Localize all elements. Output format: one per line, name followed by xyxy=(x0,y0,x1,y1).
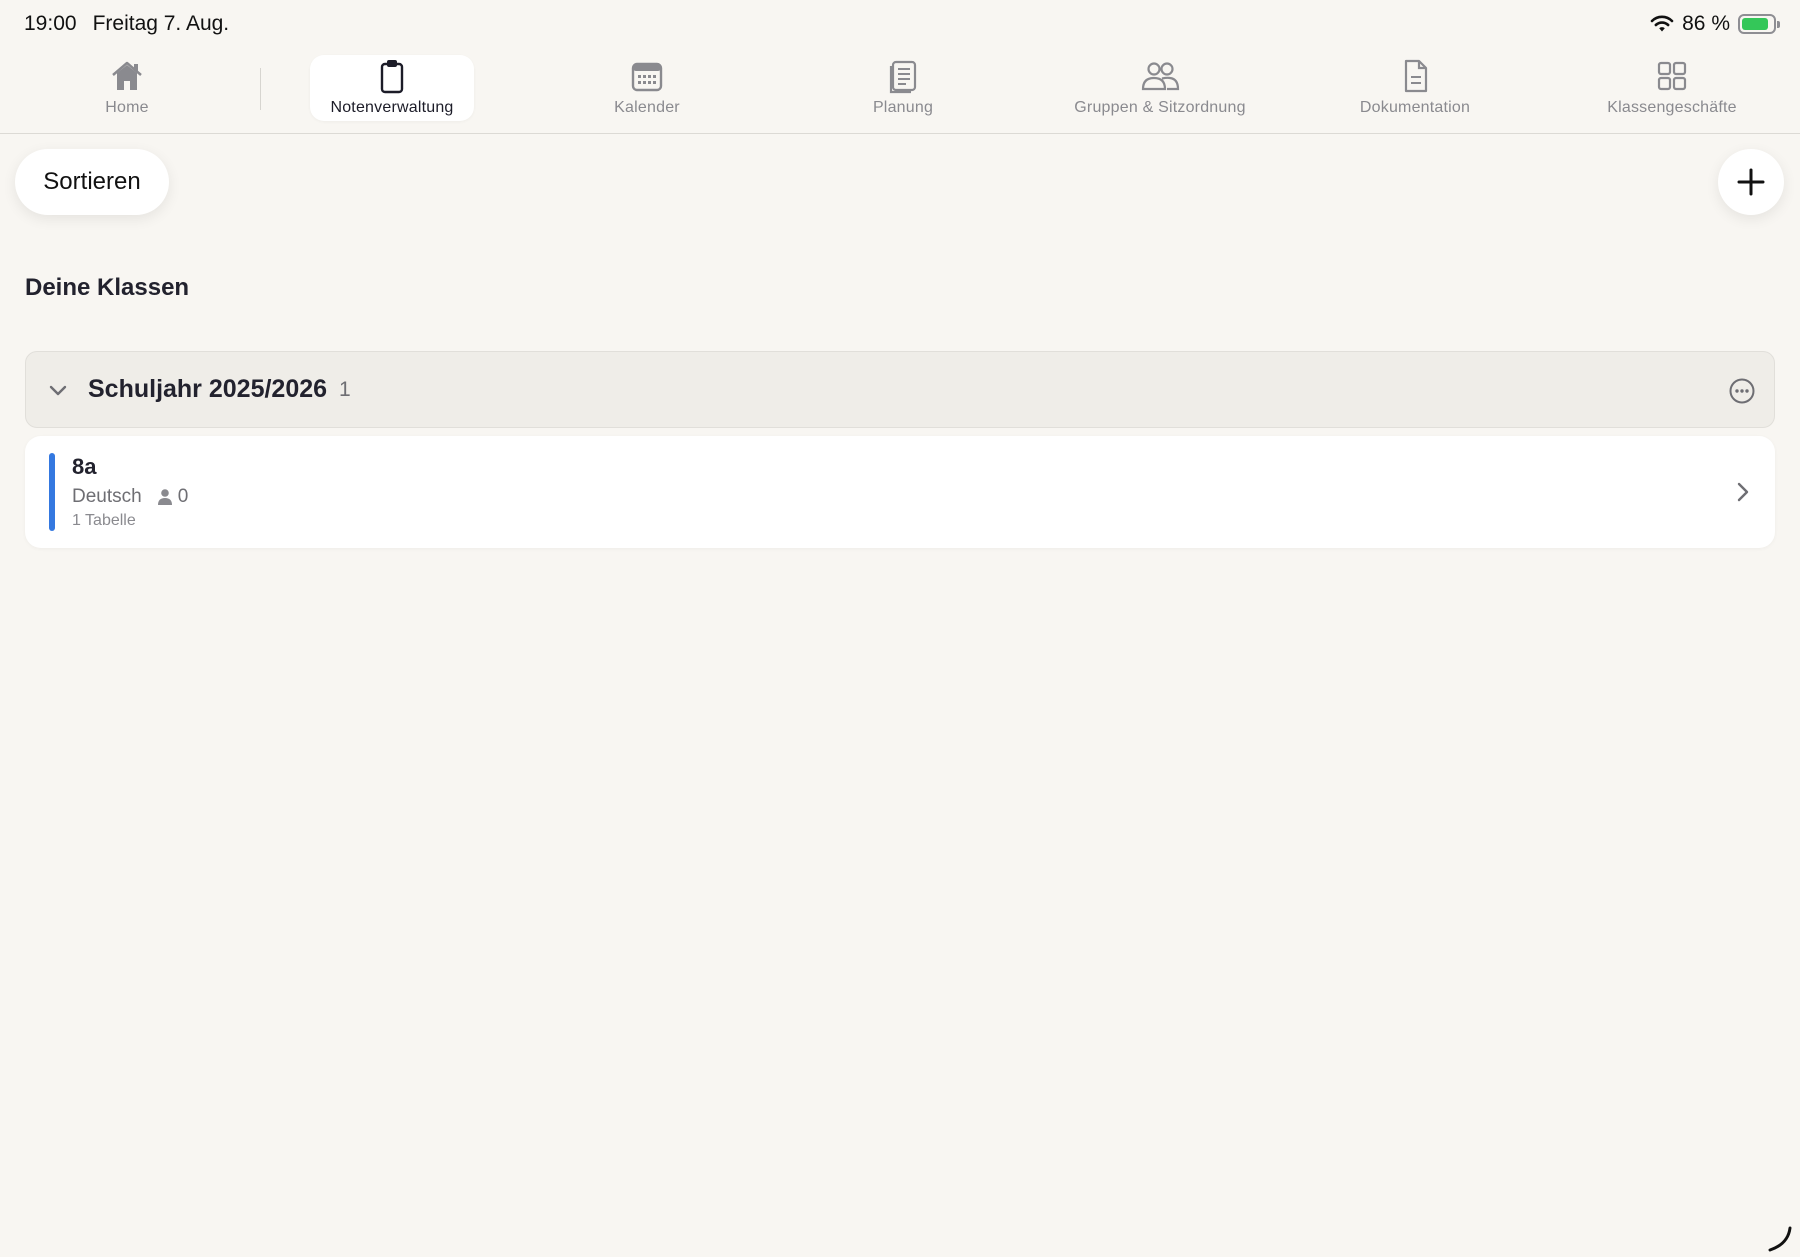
battery-charging-icon xyxy=(1738,14,1780,34)
tab-notenverwaltung[interactable]: Notenverwaltung xyxy=(310,55,474,121)
house-icon xyxy=(112,61,142,90)
chevron-right-icon xyxy=(1737,482,1749,502)
class-table-count: 1 Tabelle xyxy=(72,512,136,529)
people-icon xyxy=(1141,62,1180,91)
tab-home-label: Home xyxy=(105,99,149,116)
grid-icon xyxy=(1657,61,1687,91)
group-title: Schuljahr 2025/2026 xyxy=(88,375,328,403)
wifi-icon xyxy=(1650,15,1674,32)
group-count: 1 xyxy=(339,377,351,401)
section-title: Deine Klassen xyxy=(25,274,190,301)
sort-button[interactable]: Sortieren xyxy=(15,149,169,215)
status-date: Freitag 7. Aug. xyxy=(92,12,230,35)
class-meta: Deutsch 0 xyxy=(72,486,188,508)
chevron-down-icon[interactable] xyxy=(46,378,70,402)
more-options-icon[interactable] xyxy=(1728,377,1756,405)
person-icon xyxy=(157,489,172,505)
status-right: 86 % xyxy=(1650,12,1780,36)
class-subject: Deutsch xyxy=(72,486,142,507)
loading-arc-icon xyxy=(1768,1226,1792,1252)
battery-fill xyxy=(1742,18,1768,30)
tab-notenverwaltung-label: Notenverwaltung xyxy=(330,99,454,116)
tab-klassengeschaefte-label: Klassengeschäfte xyxy=(1607,99,1737,116)
group-header-schuljahr[interactable]: Schuljahr 2025/2026 1 xyxy=(25,351,1775,428)
class-name: 8a xyxy=(72,454,97,479)
tab-gruppen-sitzordnung[interactable]: Gruppen & Sitzordnung xyxy=(1053,55,1267,121)
tab-bar: Home Notenverwaltung Kalender Planung Gr… xyxy=(0,52,1800,134)
tab-dokumentation-label: Dokumentation xyxy=(1359,99,1471,116)
plus-icon xyxy=(1737,168,1765,196)
battery-percent: 86 % xyxy=(1682,12,1730,35)
class-color-bar xyxy=(49,453,55,531)
status-bar: 19:00 Freitag 7. Aug. 86 % xyxy=(0,0,1800,48)
tab-divider xyxy=(260,68,261,110)
status-left: 19:00 Freitag 7. Aug. xyxy=(24,12,229,36)
add-button[interactable] xyxy=(1718,149,1784,215)
status-time: 19:00 xyxy=(24,12,77,35)
tab-kalender[interactable]: Kalender xyxy=(587,55,707,121)
tab-gruppen-label: Gruppen & Sitzordnung xyxy=(1074,99,1246,116)
clipboard-icon xyxy=(380,60,404,94)
document-stack-icon xyxy=(889,60,917,94)
document-icon xyxy=(1404,59,1428,93)
tab-dokumentation[interactable]: Dokumentation xyxy=(1344,55,1486,121)
tab-home[interactable]: Home xyxy=(77,55,177,121)
class-student-count: 0 xyxy=(177,486,189,507)
tab-planung-label: Planung xyxy=(872,99,934,116)
class-card-8a[interactable]: 8a Deutsch 0 1 Tabelle xyxy=(25,436,1775,548)
calendar-icon xyxy=(631,62,663,92)
tab-kalender-label: Kalender xyxy=(614,99,680,116)
app-screen: 19:00 Freitag 7. Aug. 86 % Home Notenver… xyxy=(0,0,1800,1257)
tab-planung[interactable]: Planung xyxy=(843,55,963,121)
tab-klassengeschaefte[interactable]: Klassengeschäfte xyxy=(1594,55,1750,121)
